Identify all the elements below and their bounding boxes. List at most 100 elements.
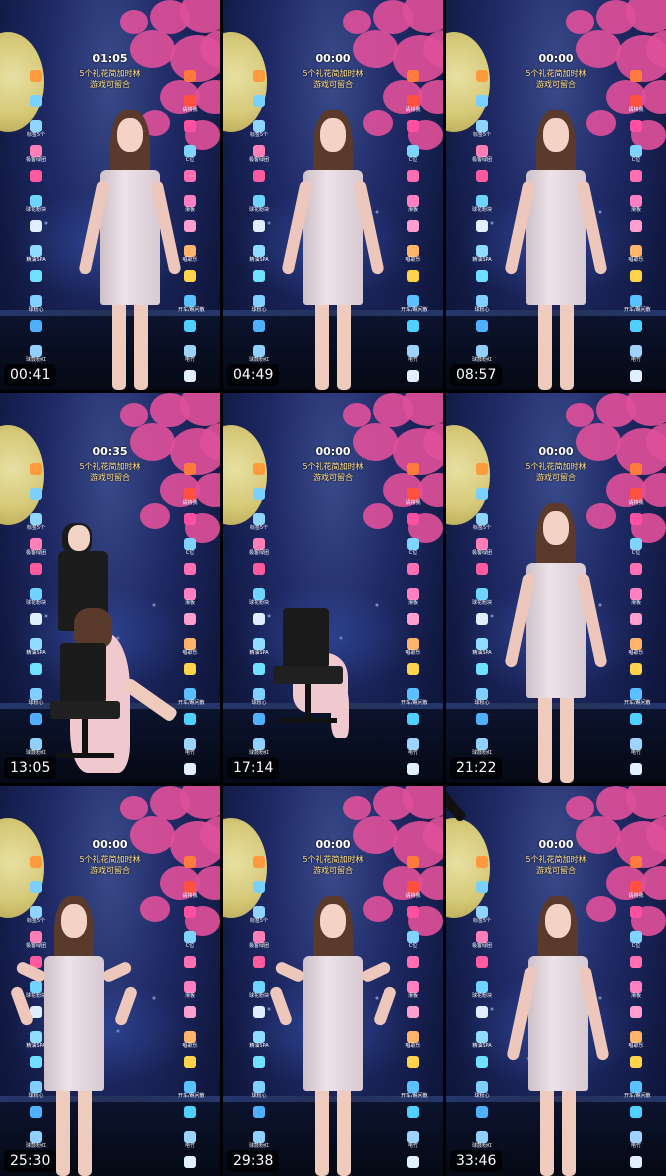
gift-menu-item[interactable]: 球花粉块	[470, 588, 494, 610]
gift-menu-item[interactable]	[178, 956, 202, 978]
gift-menu-item[interactable]	[24, 856, 48, 878]
gift-menu-item[interactable]: 开车/瞧问散	[178, 295, 205, 317]
gift-menu-item[interactable]	[178, 1156, 202, 1176]
gift-menu-item[interactable]	[401, 1006, 425, 1028]
gift-menu-item[interactable]: 唱歌乐	[178, 245, 202, 267]
gift-menu-item[interactable]: 球粉心	[24, 688, 48, 710]
gift-menu-item[interactable]	[178, 513, 202, 535]
gift-menu-item[interactable]	[470, 320, 494, 342]
gift-menu-item[interactable]	[24, 613, 48, 635]
gift-menu-item[interactable]: 标签5个	[470, 906, 494, 928]
video-thumbnail[interactable]: 00:00 5个礼花简加时林 游戏可留合 标签5个 极客绿团 球花粉块 精油SPA 球粉心 球鼓…	[223, 393, 443, 783]
gift-menu-item[interactable]: C位	[178, 931, 202, 953]
gift-menu-item[interactable]	[624, 370, 648, 390]
gift-menu-item[interactable]	[470, 70, 494, 92]
gift-menu-item[interactable]: 球花粉块	[247, 195, 271, 217]
gift-menu-item[interactable]: 精油SPA	[247, 1031, 271, 1053]
gift-menu-item[interactable]	[24, 713, 48, 735]
gift-menu-item[interactable]: 标签5个	[247, 120, 271, 142]
gift-menu-item[interactable]: 极客绿团	[247, 538, 271, 560]
gift-menu-item[interactable]	[24, 170, 48, 192]
gift-menu-item[interactable]: 请将我	[401, 488, 425, 510]
gift-menu-item[interactable]: 极客绿团	[24, 538, 48, 560]
gift-menu-item[interactable]	[247, 70, 271, 92]
gift-menu-item[interactable]	[624, 906, 648, 928]
gift-menu-item[interactable]	[178, 663, 202, 685]
gift-menu-item[interactable]: C位	[178, 145, 202, 167]
gift-menu-item[interactable]: 请将我	[178, 95, 202, 117]
gift-menu-item[interactable]	[178, 370, 202, 390]
gift-menu-item[interactable]	[24, 220, 48, 242]
gift-menu-item[interactable]	[247, 488, 271, 510]
gift-menu-item[interactable]	[401, 663, 425, 685]
gift-menu-item[interactable]	[401, 463, 425, 485]
video-thumbnail[interactable]: 00:00 5个礼花简加时林 游戏可留合 标签5个 极客绿团 球花粉块 精油SPA 球粉心 球鼓…	[223, 0, 443, 390]
gift-menu-item[interactable]: 开车/瞧问散	[401, 295, 428, 317]
gift-menu-item[interactable]	[401, 613, 425, 635]
gift-menu-item[interactable]	[624, 220, 648, 242]
gift-menu-item[interactable]: 唱歌乐	[624, 638, 648, 660]
gift-menu-item[interactable]	[624, 170, 648, 192]
gift-menu-item[interactable]: C位	[624, 931, 648, 953]
gift-menu-item[interactable]	[247, 1056, 271, 1078]
gift-menu-item[interactable]	[24, 663, 48, 685]
gift-menu-item[interactable]	[178, 1006, 202, 1028]
gift-menu-item[interactable]: 标签5个	[24, 906, 48, 928]
gift-menu-item[interactable]: 电竹	[178, 1131, 202, 1153]
gift-menu-item[interactable]: 开车/瞧问散	[178, 1081, 205, 1103]
gift-menu-item[interactable]	[470, 488, 494, 510]
video-thumbnail[interactable]: 00:00 5个礼花简加时林 游戏可留合 标签5个 极客绿团 球花粉块 精油SPA 球粉心 球鼓…	[223, 786, 443, 1176]
gift-menu-item[interactable]	[470, 663, 494, 685]
gift-menu-item[interactable]	[178, 270, 202, 292]
gift-menu-item[interactable]: 极客绿团	[470, 538, 494, 560]
gift-menu-item[interactable]: 滑板	[624, 981, 648, 1003]
gift-menu-item[interactable]: 开车/瞧问散	[624, 688, 651, 710]
video-thumbnail[interactable]: 00:35 5个礼花简加时林 游戏可留合 标签5个 极客绿团 球花粉块 精油SPA 球粉心 球鼓…	[0, 393, 220, 783]
gift-menu-item[interactable]	[24, 270, 48, 292]
gift-menu-item[interactable]	[247, 95, 271, 117]
gift-menu-item[interactable]: 精油SPA	[247, 245, 271, 267]
gift-menu-item[interactable]	[624, 463, 648, 485]
video-thumbnail[interactable]: 00:00 5个礼花简加时林 游戏可留合 标签5个 极客绿团 球花粉块 精油SPA 球粉心 球鼓…	[446, 0, 666, 390]
gift-menu-item[interactable]	[624, 513, 648, 535]
gift-menu-item[interactable]: 请将我	[178, 881, 202, 903]
gift-menu-item[interactable]	[401, 1156, 425, 1176]
gift-menu-item[interactable]	[470, 1106, 494, 1128]
video-thumbnail[interactable]: 01:05 5个礼花简加时林 游戏可留合 标签5个 极客绿团 球花粉块 精油SPA 球粉心 球鼓…	[0, 0, 220, 390]
gift-menu-item[interactable]: 球花粉块	[24, 195, 48, 217]
gift-menu-item[interactable]	[24, 563, 48, 585]
gift-menu-item[interactable]	[247, 856, 271, 878]
gift-menu-item[interactable]: C位	[624, 145, 648, 167]
gift-menu-item[interactable]	[470, 956, 494, 978]
gift-menu-item[interactable]: 滑板	[401, 981, 425, 1003]
gift-menu-item[interactable]: 极客绿团	[470, 145, 494, 167]
gift-menu-item[interactable]: C位	[401, 145, 425, 167]
gift-menu-item[interactable]	[178, 906, 202, 928]
gift-menu-item[interactable]: 极客绿团	[470, 931, 494, 953]
gift-menu-item[interactable]	[470, 563, 494, 585]
gift-menu-item[interactable]	[624, 713, 648, 735]
gift-menu-item[interactable]	[401, 270, 425, 292]
gift-menu-item[interactable]	[624, 663, 648, 685]
gift-menu-item[interactable]: C位	[401, 931, 425, 953]
gift-menu-item[interactable]	[470, 613, 494, 635]
video-thumbnail[interactable]: 00:00 5个礼花简加时林 游戏可留合 标签5个 极客绿团 球花粉块 精油SPA 球粉心 球鼓…	[446, 393, 666, 783]
gift-menu-item[interactable]	[178, 763, 202, 783]
gift-menu-item[interactable]: 精油SPA	[24, 245, 48, 267]
gift-menu-item[interactable]: 电竹	[401, 738, 425, 760]
gift-menu-item[interactable]	[247, 956, 271, 978]
gift-menu-item[interactable]	[24, 463, 48, 485]
video-thumbnail[interactable]: 00:00 5个礼花简加时林 游戏可留合 标签5个 极客绿团 球花粉块 精油SPA 球粉心 球鼓…	[446, 786, 666, 1176]
gift-menu-item[interactable]	[401, 1056, 425, 1078]
gift-menu-item[interactable]	[247, 613, 271, 635]
gift-menu-item[interactable]: 球花粉块	[247, 588, 271, 610]
gift-menu-item[interactable]	[247, 170, 271, 192]
gift-menu-item[interactable]: 开车/瞧问散	[401, 688, 428, 710]
gift-menu-item[interactable]	[470, 713, 494, 735]
gift-menu-item[interactable]	[624, 270, 648, 292]
gift-menu-item[interactable]	[470, 856, 494, 878]
gift-menu-item[interactable]	[624, 956, 648, 978]
gift-menu-item[interactable]	[624, 763, 648, 783]
gift-menu-item[interactable]: 电竹	[624, 1131, 648, 1153]
gift-menu-item[interactable]	[624, 120, 648, 142]
